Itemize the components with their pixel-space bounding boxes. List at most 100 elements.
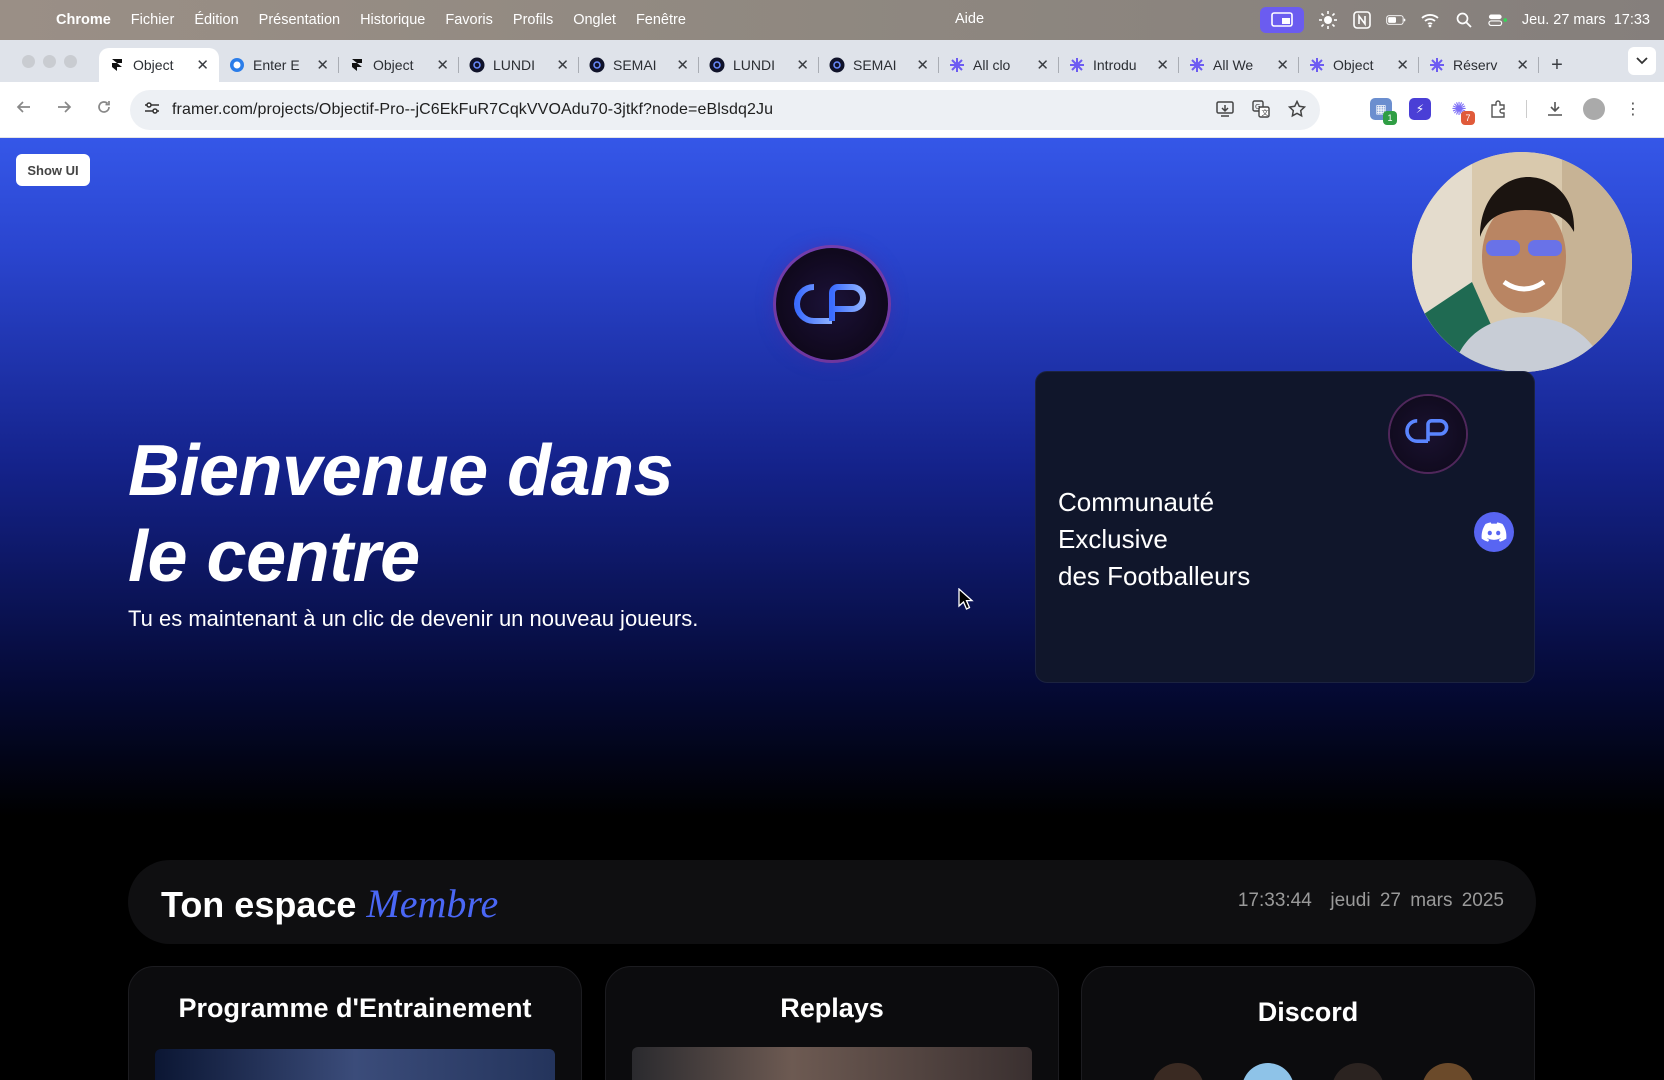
tab-title: Object bbox=[133, 57, 174, 73]
tab-close-icon[interactable]: ✕ bbox=[436, 56, 449, 74]
tab-close-icon[interactable]: ✕ bbox=[1156, 56, 1169, 74]
tab-close-icon[interactable]: ✕ bbox=[1276, 56, 1289, 74]
menu-onglet[interactable]: Onglet bbox=[573, 12, 616, 28]
minimize-window-button[interactable] bbox=[43, 54, 56, 68]
address-url[interactable]: framer.com/projects/Objectif-Pro--jC6EkF… bbox=[172, 101, 773, 119]
menu-edition[interactable]: Édition bbox=[194, 12, 238, 28]
extensions-puzzle-icon[interactable] bbox=[1487, 98, 1509, 120]
op-logo-icon bbox=[589, 57, 605, 73]
site-settings-icon[interactable] bbox=[144, 100, 160, 120]
framer-preview-page: Show UI Bienvenue dans le centre Tu es m… bbox=[0, 138, 1664, 1080]
mouse-pointer-icon bbox=[958, 587, 974, 615]
browser-toolbar: framer.com/projects/Objectif-Pro--jC6EkF… bbox=[0, 82, 1664, 138]
install-app-icon[interactable] bbox=[1216, 100, 1234, 123]
tab-item[interactable]: Object ✕ bbox=[339, 48, 459, 82]
menu-historique[interactable]: Historique bbox=[360, 12, 425, 28]
screen-recording-icon[interactable] bbox=[1259, 7, 1304, 33]
back-button[interactable] bbox=[4, 99, 44, 120]
hero-title: Bienvenue dans le centre bbox=[128, 428, 674, 600]
browser-tab-strip: Object ✕ Enter E ✕ Object ✕ LUNDI ✕ SEMAI ✕ LUNDI ✕… bbox=[0, 40, 1664, 82]
brightness-icon[interactable] bbox=[1318, 11, 1338, 29]
avatar bbox=[1242, 1063, 1294, 1080]
tab-item[interactable]: SEMAI ✕ bbox=[819, 48, 939, 82]
wifi-icon[interactable] bbox=[1420, 12, 1440, 28]
tab-title: All clo bbox=[973, 57, 1011, 73]
tab-close-icon[interactable]: ✕ bbox=[196, 56, 209, 74]
tab-item[interactable]: Object ✕ bbox=[99, 48, 219, 82]
tab-close-icon[interactable]: ✕ bbox=[1036, 56, 1049, 74]
spotlight-search-icon[interactable] bbox=[1454, 12, 1474, 28]
live-clock: 17:33:44 jeudi 27 mars 2025 bbox=[1238, 890, 1504, 912]
tab-close-icon[interactable]: ✕ bbox=[1396, 56, 1409, 74]
member-space-title: Ton espace Membre bbox=[161, 880, 498, 927]
tab-close-icon[interactable]: ✕ bbox=[676, 56, 689, 74]
new-tab-button[interactable]: + bbox=[1539, 48, 1575, 82]
tab-item[interactable]: Object ✕ bbox=[1299, 48, 1419, 82]
control-center-icon[interactable] bbox=[1488, 12, 1508, 28]
menubar-datetime[interactable]: Jeu. 27 mars 17:33 bbox=[1522, 12, 1650, 28]
tab-close-icon[interactable]: ✕ bbox=[556, 56, 569, 74]
profile-avatar[interactable] bbox=[1583, 98, 1605, 120]
tab-title: Object bbox=[373, 57, 414, 73]
forward-button[interactable] bbox=[44, 99, 84, 120]
globe-icon bbox=[229, 57, 245, 73]
menu-fichier[interactable]: Fichier bbox=[131, 12, 175, 28]
hero-title-line-1: Bienvenue dans bbox=[128, 431, 674, 511]
tab-item[interactable]: All We ✕ bbox=[1179, 48, 1299, 82]
tab-list: Object ✕ Enter E ✕ Object ✕ LUNDI ✕ SEMAI ✕ LUNDI ✕… bbox=[99, 48, 1539, 82]
op-logo-icon bbox=[709, 57, 725, 73]
downloads-icon[interactable] bbox=[1544, 98, 1566, 120]
tab-close-icon[interactable]: ✕ bbox=[1516, 56, 1529, 74]
tab-item[interactable]: LUNDI ✕ bbox=[459, 48, 579, 82]
menu-fenetre[interactable]: Fenêtre bbox=[636, 12, 686, 28]
tab-item[interactable]: Introdu ✕ bbox=[1059, 48, 1179, 82]
zoom-window-button[interactable] bbox=[64, 54, 77, 68]
tab-title: LUNDI bbox=[733, 57, 776, 73]
chrome-menu-icon[interactable]: ⋮ bbox=[1622, 98, 1644, 120]
framer-icon bbox=[109, 57, 125, 73]
reload-button[interactable] bbox=[84, 99, 124, 120]
address-bar[interactable]: framer.com/projects/Objectif-Pro--jC6EkF… bbox=[130, 90, 1320, 130]
menu-app-name[interactable]: Chrome bbox=[56, 12, 111, 28]
discord-icon[interactable] bbox=[1474, 512, 1514, 552]
extension-two-icon[interactable]: ⚡ bbox=[1409, 98, 1431, 120]
tab-item[interactable]: Réserv ✕ bbox=[1419, 48, 1539, 82]
tab-item[interactable]: LUNDI ✕ bbox=[699, 48, 819, 82]
discord-avatars bbox=[1152, 1063, 1474, 1080]
menu-profils[interactable]: Profils bbox=[513, 12, 553, 28]
tab-item[interactable]: SEMAI ✕ bbox=[579, 48, 699, 82]
tab-close-icon[interactable]: ✕ bbox=[796, 56, 809, 74]
member-title-accent: Membre bbox=[366, 881, 499, 926]
window-controls bbox=[22, 40, 77, 82]
tile-thumbnail bbox=[632, 1047, 1032, 1080]
tab-item[interactable]: All clo ✕ bbox=[939, 48, 1059, 82]
member-title-text: Ton espace bbox=[161, 884, 367, 925]
tab-title: LUNDI bbox=[493, 57, 536, 73]
tab-title: Réserv bbox=[1453, 57, 1498, 73]
menu-favoris[interactable]: Favoris bbox=[445, 12, 493, 28]
tile-title: Discord bbox=[1257, 997, 1359, 1027]
tile-training-program[interactable]: Programme d'Entrainement bbox=[128, 966, 582, 1080]
tile-replays[interactable]: Replays bbox=[605, 966, 1059, 1080]
close-window-button[interactable] bbox=[22, 54, 35, 68]
tab-close-icon[interactable]: ✕ bbox=[916, 56, 929, 74]
extension-one-icon[interactable]: ▦ 1 bbox=[1370, 98, 1397, 125]
tab-close-icon[interactable]: ✕ bbox=[316, 56, 329, 74]
menu-aide[interactable]: Aide bbox=[955, 11, 984, 27]
tile-discord[interactable]: Discord bbox=[1081, 966, 1535, 1080]
bookmark-star-icon[interactable] bbox=[1287, 99, 1307, 123]
svg-text:G: G bbox=[1255, 103, 1260, 111]
show-ui-button[interactable]: Show UI bbox=[16, 154, 90, 186]
menu-presentation[interactable]: Présentation bbox=[259, 12, 340, 28]
tab-separator bbox=[1538, 57, 1539, 73]
battery-icon[interactable] bbox=[1386, 12, 1406, 28]
tab-item[interactable]: Enter E ✕ bbox=[219, 48, 339, 82]
translate-icon[interactable]: G文 bbox=[1252, 100, 1270, 123]
tile-thumbnail bbox=[155, 1049, 555, 1080]
hero-title-line-2: le centre bbox=[128, 517, 420, 597]
community-card[interactable]: Communauté Exclusive des Footballeurs bbox=[1035, 371, 1535, 683]
gear-purple-icon bbox=[1069, 57, 1085, 73]
notion-icon[interactable] bbox=[1352, 11, 1372, 29]
tab-search-chevron-icon[interactable] bbox=[1628, 47, 1656, 75]
extension-gear-icon[interactable]: ✺ 7 bbox=[1448, 98, 1475, 125]
